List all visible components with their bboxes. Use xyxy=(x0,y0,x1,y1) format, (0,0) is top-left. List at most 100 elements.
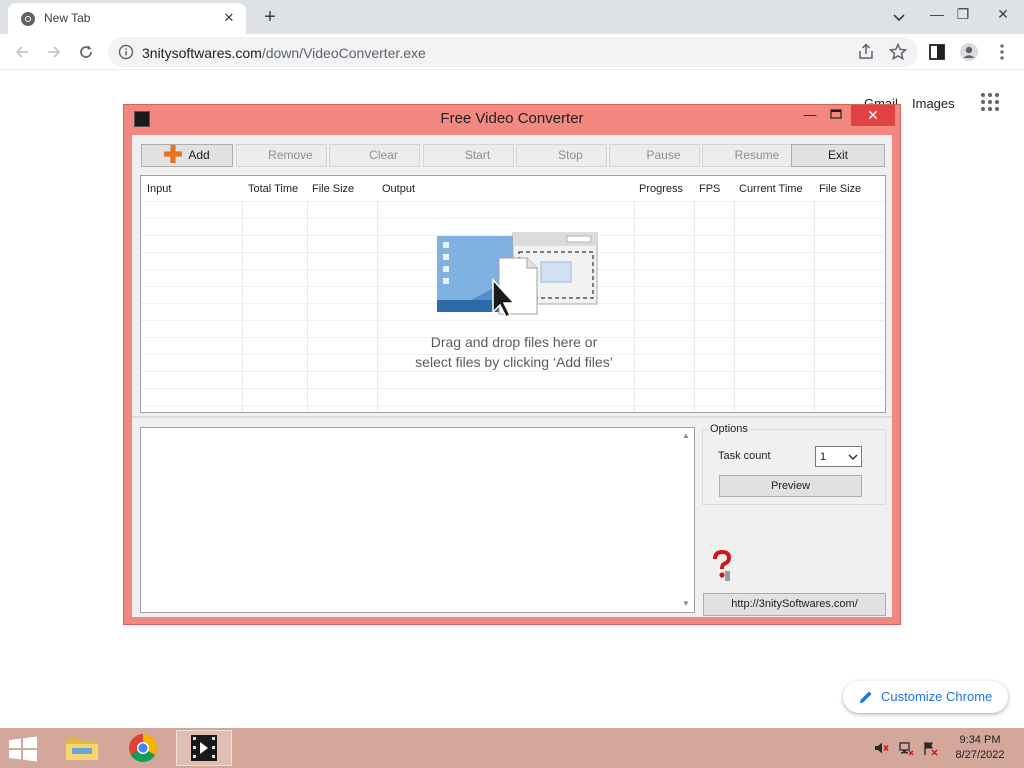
drop-hint-line1: Drag and drop files here or xyxy=(430,334,598,350)
stop-button[interactable]: Stop xyxy=(516,144,607,167)
pause-icon xyxy=(628,149,640,161)
remove-icon xyxy=(250,149,262,161)
panel-splitter[interactable] xyxy=(132,416,892,418)
taskbar-free-video-converter[interactable] xyxy=(176,730,232,766)
grid-divider xyxy=(242,200,243,412)
preview-button[interactable]: Preview xyxy=(719,475,862,497)
customize-chrome-label: Customize Chrome xyxy=(881,689,993,704)
file-list-grid[interactable]: Input Total Time File Size Output Progre… xyxy=(140,175,886,413)
site-info-icon[interactable] xyxy=(118,44,134,60)
reload-button[interactable] xyxy=(72,38,100,66)
task-count-value: 1 xyxy=(820,451,827,463)
options-legend: Options xyxy=(709,423,749,435)
action-center-flag-icon[interactable] xyxy=(922,740,938,756)
grid-divider xyxy=(814,200,815,412)
browser-restore-button[interactable]: ❐ xyxy=(946,0,980,30)
profile-avatar-icon[interactable] xyxy=(959,42,979,62)
taskbar-file-explorer[interactable] xyxy=(54,730,110,766)
start-button[interactable]: Start xyxy=(423,144,514,167)
add-button[interactable]: Add xyxy=(141,144,233,167)
forward-arrow-icon xyxy=(48,46,61,58)
app-minimize-button[interactable]: — xyxy=(797,106,823,128)
windows-taskbar: 9:34 PM 8/27/2022 xyxy=(0,728,1024,768)
grid-divider xyxy=(634,200,635,412)
app-maximize-button[interactable] xyxy=(823,106,849,128)
bookmark-star-icon[interactable] xyxy=(888,42,908,62)
task-count-select[interactable]: 1 xyxy=(815,446,862,467)
resume-button[interactable]: Resume xyxy=(702,144,794,167)
app-client-area: Add Remove Clear Start Stop Pause Resume… xyxy=(132,135,892,617)
chevron-down-icon xyxy=(848,454,858,461)
windows-start-icon[interactable] xyxy=(8,736,38,762)
taskbar-google-chrome[interactable] xyxy=(115,730,171,766)
app-close-button[interactable]: ✕ xyxy=(851,105,895,126)
grid-divider xyxy=(694,200,695,412)
forward-button[interactable] xyxy=(40,38,68,66)
start-label: Start xyxy=(464,148,491,162)
customize-chrome-button[interactable]: Customize Chrome xyxy=(843,681,1008,713)
pencil-icon xyxy=(860,691,872,703)
side-panel-icon[interactable] xyxy=(927,42,947,62)
col-header-current-time[interactable]: Current Time xyxy=(739,183,803,195)
col-header-output[interactable]: Output xyxy=(382,183,415,195)
tab-title: New Tab xyxy=(44,11,91,25)
google-apps-icon[interactable] xyxy=(980,92,1000,112)
volume-muted-icon[interactable] xyxy=(873,740,889,756)
col-header-progress[interactable]: Progress xyxy=(639,183,683,195)
url-text: 3nitysoftwares.com/down/VideoConverter.e… xyxy=(142,45,426,61)
exit-button[interactable]: Exit xyxy=(791,144,885,167)
help-question-icon[interactable] xyxy=(710,549,734,583)
remove-button[interactable]: Remove xyxy=(236,144,327,167)
tab-new-tab[interactable]: New Tab ✕ xyxy=(8,3,246,34)
remove-label: Remove xyxy=(268,148,313,162)
add-label: Add xyxy=(188,148,210,162)
resume-label: Resume xyxy=(734,148,780,162)
drag-drop-illustration-icon xyxy=(437,232,598,318)
tab-search-chevron-icon[interactable] xyxy=(888,6,910,28)
grid-row-line xyxy=(141,405,885,406)
images-link[interactable]: Images xyxy=(912,96,955,111)
log-textbox[interactable]: ▲ ▼ xyxy=(140,427,695,613)
stop-label: Stop xyxy=(558,148,583,162)
film-icon xyxy=(191,735,217,761)
col-header-fps[interactable]: FPS xyxy=(699,183,720,195)
back-arrow-icon xyxy=(15,46,28,58)
grid-row-line xyxy=(141,320,885,321)
grid-row-line xyxy=(141,371,885,372)
address-bar[interactable]: 3nitysoftwares.com/down/VideoConverter.e… xyxy=(108,37,918,67)
col-header-total-time[interactable]: Total Time xyxy=(248,183,298,195)
maximize-icon xyxy=(830,109,842,119)
website-link-button[interactable]: http://3nitySoftwares.com/ xyxy=(703,593,886,616)
folder-icon xyxy=(66,738,98,760)
share-icon[interactable] xyxy=(856,42,876,62)
back-button[interactable] xyxy=(8,38,36,66)
chrome-menu-icon[interactable] xyxy=(992,42,1012,62)
clock-time: 9:34 PM xyxy=(959,734,1001,746)
grid-divider xyxy=(307,200,308,412)
col-header-output-file-size[interactable]: File Size xyxy=(819,183,861,195)
clear-label: Clear xyxy=(369,148,398,162)
col-header-input[interactable]: Input xyxy=(147,183,171,195)
options-group: Options Task count 1 Preview xyxy=(702,423,886,505)
grid-divider xyxy=(734,200,735,412)
grid-row-line xyxy=(141,201,885,202)
task-count-label: Task count xyxy=(718,450,771,462)
clear-icon xyxy=(351,149,363,161)
pause-label: Pause xyxy=(646,148,681,162)
clear-button[interactable]: Clear xyxy=(329,144,420,167)
pause-button[interactable]: Pause xyxy=(609,144,700,167)
col-header-file-size[interactable]: File Size xyxy=(312,183,354,195)
free-video-converter-window: Free Video Converter — ✕ Add Remove Clea… xyxy=(123,104,901,625)
chrome-icon xyxy=(129,734,157,762)
browser-close-button[interactable]: ✕ xyxy=(986,0,1020,30)
clock-date: 8/27/2022 xyxy=(955,749,1005,761)
system-clock[interactable]: 9:34 PM 8/27/2022 xyxy=(945,733,1015,763)
stop-icon xyxy=(540,149,552,161)
scroll-up-icon[interactable]: ▲ xyxy=(681,431,691,441)
plus-orange-icon xyxy=(164,145,183,163)
network-icon[interactable] xyxy=(898,740,914,756)
scroll-down-icon[interactable]: ▼ xyxy=(681,599,691,609)
grid-row-line xyxy=(141,218,885,219)
tab-close-icon[interactable]: ✕ xyxy=(220,9,238,27)
new-tab-button[interactable]: + xyxy=(258,6,282,28)
